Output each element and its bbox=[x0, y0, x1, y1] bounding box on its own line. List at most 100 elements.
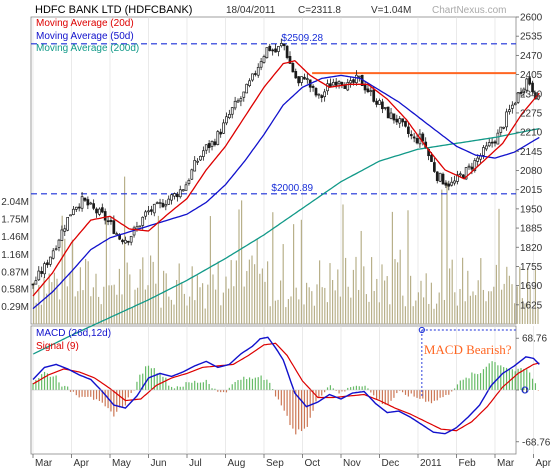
volume-bar bbox=[59, 299, 60, 324]
volume-bar bbox=[535, 270, 536, 324]
candle-body bbox=[266, 48, 268, 58]
chart-canvas: HDFC BANK LTD (HDFCBANK) 18/04/2011 C=23… bbox=[0, 0, 553, 469]
month-label: Jul bbox=[189, 458, 202, 469]
volume-bar bbox=[228, 289, 229, 324]
volume-bar bbox=[483, 290, 484, 324]
candle-body bbox=[298, 77, 300, 83]
candle-body bbox=[416, 138, 418, 143]
volume-bar bbox=[285, 307, 286, 324]
macd-histogram-bar bbox=[388, 390, 389, 404]
volume-bar bbox=[324, 288, 325, 324]
candle-body bbox=[379, 100, 381, 104]
volume-bar bbox=[95, 274, 96, 324]
macd-histogram-bar bbox=[518, 369, 519, 390]
macd-histogram-bar bbox=[44, 372, 45, 390]
macd-histogram-bar bbox=[414, 390, 415, 397]
source-watermark: ChartNexus.com bbox=[432, 5, 506, 16]
month-label: Dec bbox=[382, 458, 400, 469]
volume-bar bbox=[340, 297, 341, 324]
volume-bar bbox=[238, 209, 239, 324]
macd-histogram-bar bbox=[448, 390, 449, 395]
macd-histogram-bar bbox=[295, 390, 296, 434]
candle-body bbox=[436, 172, 438, 181]
candle-body bbox=[139, 226, 141, 227]
volume-bar bbox=[366, 294, 367, 324]
macd-histogram-bar bbox=[445, 390, 446, 395]
volume-bar bbox=[254, 264, 255, 324]
volume-bar bbox=[88, 261, 89, 324]
candle-body bbox=[228, 114, 230, 117]
macd-histogram-bar bbox=[275, 390, 276, 397]
candle-body bbox=[376, 101, 378, 104]
macd-histogram-bar bbox=[471, 372, 472, 390]
macd-histogram-bar bbox=[338, 390, 339, 393]
volume-bar bbox=[322, 287, 323, 324]
volume-bar bbox=[121, 294, 122, 324]
macd-histogram-bar bbox=[483, 369, 484, 390]
volume-bar bbox=[192, 266, 193, 324]
month-label: May bbox=[112, 458, 131, 469]
macd-histogram-bar bbox=[249, 377, 250, 390]
volume-bar bbox=[168, 297, 169, 324]
volume-bar bbox=[90, 296, 91, 324]
macd-histogram-bar bbox=[405, 390, 406, 395]
macd-histogram-bar bbox=[255, 378, 256, 390]
price-tick-label: 1820 bbox=[520, 243, 543, 254]
macd-histogram-bar bbox=[411, 390, 412, 393]
volume-bar bbox=[488, 291, 489, 324]
candle-body bbox=[396, 119, 398, 122]
macd-histogram-bar bbox=[105, 390, 106, 406]
macd-histogram-bar bbox=[99, 390, 100, 401]
volume-bar bbox=[171, 300, 172, 324]
candle-body bbox=[145, 212, 147, 216]
volume-bar bbox=[415, 301, 416, 324]
macd-histogram-bar bbox=[90, 390, 91, 397]
macd-histogram-bar bbox=[76, 390, 77, 395]
legend-ma200: Moving Average (200d) bbox=[36, 43, 139, 54]
macd-histogram-bar bbox=[50, 377, 51, 390]
candle-body bbox=[41, 271, 43, 273]
candle-body bbox=[303, 77, 305, 79]
volume-bar bbox=[270, 306, 271, 324]
volume-bar bbox=[176, 280, 177, 324]
volume-bar bbox=[475, 295, 476, 324]
volume-bar bbox=[275, 301, 276, 324]
candle-body bbox=[459, 174, 461, 175]
candle-body bbox=[448, 184, 450, 186]
candle-body bbox=[153, 204, 155, 213]
candle-body bbox=[179, 190, 181, 197]
macd-histogram-bar bbox=[125, 390, 126, 405]
candle-body bbox=[173, 194, 175, 197]
volume-bar bbox=[163, 271, 164, 324]
candle-body bbox=[246, 84, 248, 93]
macd-histogram-bar bbox=[261, 376, 262, 390]
volume-bar bbox=[262, 268, 263, 324]
month-label: Apr bbox=[74, 458, 90, 469]
macd-histogram-bar bbox=[474, 374, 475, 390]
macd-histogram-bar bbox=[67, 387, 68, 390]
volume-bar bbox=[498, 209, 499, 324]
macd-histogram-bar bbox=[188, 382, 189, 390]
macd-histogram-bar bbox=[327, 387, 328, 390]
candle-body bbox=[485, 146, 487, 149]
volume-bar bbox=[368, 302, 369, 324]
price-tick-label: 2275 bbox=[520, 108, 543, 119]
candle-body bbox=[240, 99, 242, 101]
macd-tick-label: -68.76 bbox=[522, 437, 551, 448]
macd-histogram-bar bbox=[266, 380, 267, 390]
volume-bar bbox=[205, 309, 206, 324]
macd-histogram-bar bbox=[494, 362, 495, 390]
macd-histogram-bar bbox=[177, 386, 178, 390]
macd-histogram-bar bbox=[532, 379, 533, 390]
volume-bar bbox=[103, 287, 104, 324]
macd-histogram-bar bbox=[324, 390, 325, 392]
candle-body bbox=[318, 94, 320, 95]
volume-bar bbox=[296, 288, 297, 324]
macd-histogram-bar bbox=[321, 390, 322, 396]
macd-histogram-bar bbox=[226, 390, 227, 392]
volume-bar bbox=[436, 304, 437, 324]
volume-bar bbox=[186, 306, 187, 324]
candle-body bbox=[148, 211, 150, 212]
macd-histogram-bar bbox=[203, 382, 204, 390]
volume-bar bbox=[332, 280, 333, 324]
